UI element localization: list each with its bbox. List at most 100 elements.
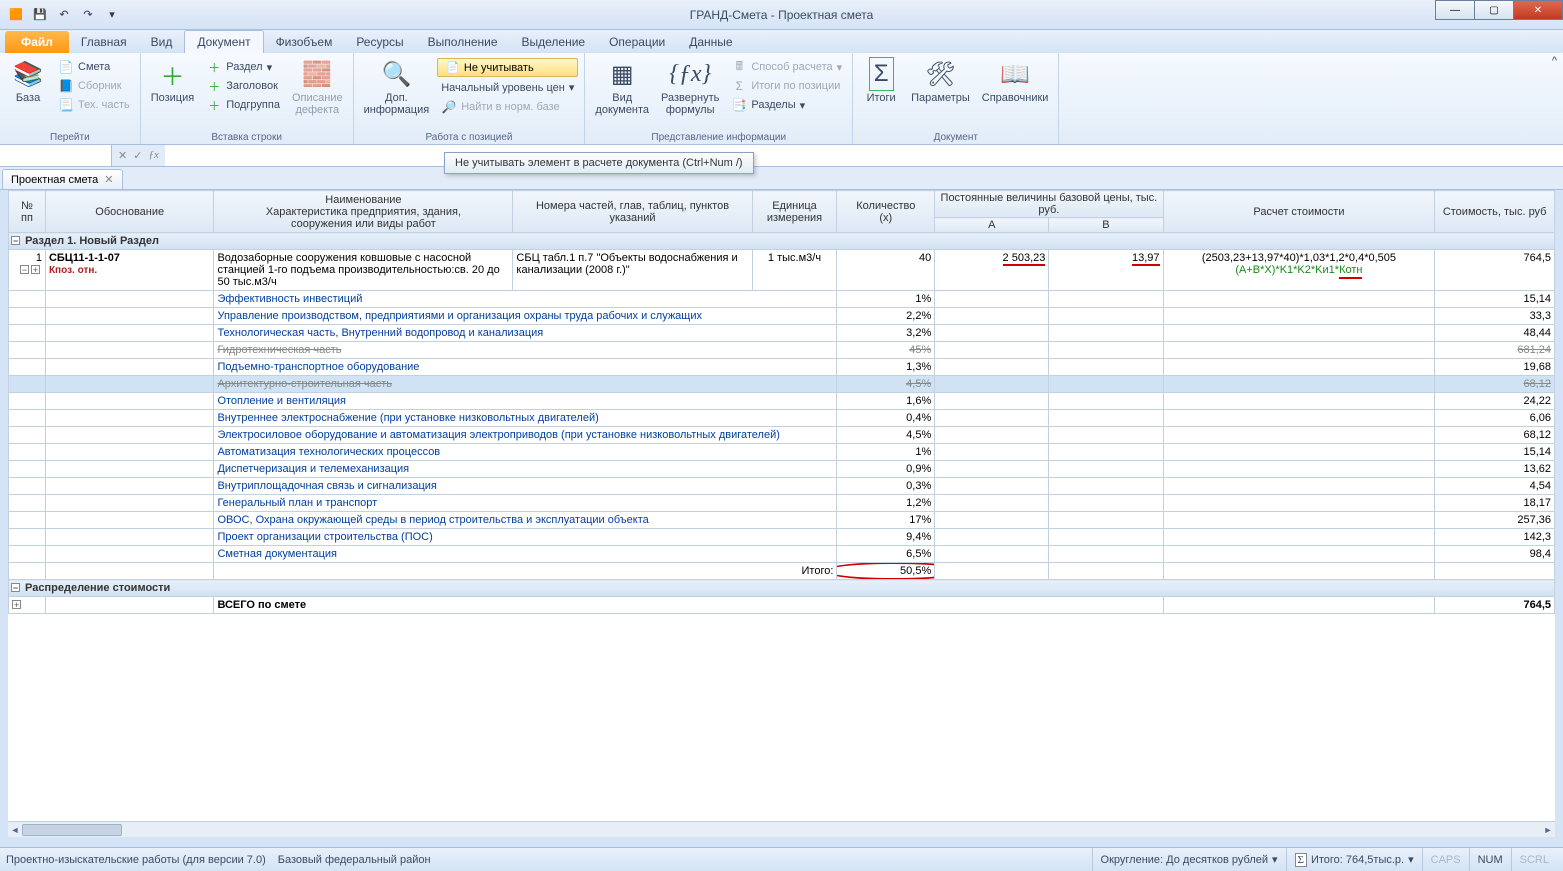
col-kol[interactable]: Количество (x) <box>837 191 935 233</box>
status-rounding[interactable]: Округление: До десятков рублей ▾ <box>1092 848 1286 871</box>
razdel-button[interactable]: ＋Раздел ▾ <box>202 58 284 76</box>
spravochniki-button[interactable]: 📖Справочники <box>978 56 1053 142</box>
col-npp[interactable]: № пп <box>9 191 46 233</box>
tab-resources[interactable]: Ресурсы <box>344 31 415 53</box>
col-naim[interactable]: Наименование Характеристика предприятия,… <box>214 191 513 233</box>
page-icon: 📃 <box>58 97 74 113</box>
tab-main[interactable]: Главная <box>69 31 139 53</box>
podgruppa-button[interactable]: ＋Подгруппа <box>202 96 284 114</box>
sub-item-name: Генеральный план и транспорт <box>214 495 837 512</box>
parametry-button[interactable]: 🛠Параметры <box>907 56 974 142</box>
tab-fizobem[interactable]: Физобъем <box>264 31 345 53</box>
sub-item-row[interactable]: Технологическая часть, Внутренний водопр… <box>9 325 1555 342</box>
col-B[interactable]: B <box>1049 218 1163 233</box>
position-button[interactable]: ＋ Позиция <box>147 56 199 142</box>
tab-operations[interactable]: Операции <box>597 31 677 53</box>
h-scrollbar[interactable]: ◄ ► <box>8 821 1555 837</box>
raspred-row[interactable]: − Распределение стоимости <box>9 580 1555 597</box>
item-row[interactable]: 1−+ СБЦ11-1-1-07Кпоз. отн. Водозаборные … <box>9 250 1555 291</box>
sub-item-pct: 2,2% <box>837 308 935 325</box>
sub-item-row[interactable]: Диспетчеризация и телемеханизация0,9%13,… <box>9 461 1555 478</box>
maximize-button[interactable]: ▢ <box>1474 0 1514 20</box>
sub-item-row[interactable]: Электросиловое оборудование и автоматиза… <box>9 427 1555 444</box>
dop-info-button[interactable]: 🔍 Доп. информация <box>360 56 434 142</box>
sub-item-row[interactable]: Подъемно-транспортное оборудование1,3%19… <box>9 359 1555 376</box>
expand-icon[interactable]: + <box>12 600 21 609</box>
razvernut-button[interactable]: {ƒx} Развернуть формулы <box>657 56 723 142</box>
vid-dokumenta-button[interactable]: ▦ Вид документа <box>591 56 653 142</box>
fx-button-icon[interactable]: ƒx <box>148 149 158 162</box>
sub-item-row[interactable]: Внутриплощадочная связь и сигнализация0,… <box>9 478 1555 495</box>
ribbon-help-icon[interactable]: ^ <box>1552 55 1557 67</box>
group-document: ΣИтоги 🛠Параметры 📖Справочники Документ <box>853 53 1059 144</box>
close-button[interactable]: ✕ <box>1513 0 1563 20</box>
collapse-icon[interactable]: − <box>20 265 29 274</box>
vsego-row[interactable]: +ВСЕГО по смете764,5 <box>9 597 1555 614</box>
tab-document[interactable]: Документ <box>184 30 263 53</box>
cancel-x-icon[interactable]: ✕ <box>118 149 127 162</box>
section-row[interactable]: − Раздел 1. Новый Раздел <box>9 233 1555 250</box>
col-nomera[interactable]: Номера частей, глав, таблиц, пунктов ука… <box>513 191 752 233</box>
sub-item-row[interactable]: Архитектурно-строительная часть4,5%68,12 <box>9 376 1555 393</box>
sub-item-row[interactable]: Генеральный план и транспорт1,2%18,17 <box>9 495 1555 512</box>
undo-icon[interactable]: ↶ <box>54 5 74 25</box>
confirm-check-icon[interactable]: ✓ <box>133 149 142 162</box>
sub-item-row[interactable]: Эффективность инвестиций1%15,14 <box>9 291 1555 308</box>
col-stoim[interactable]: Стоимость, тыс. руб <box>1435 191 1555 233</box>
razdely-button[interactable]: 📑Разделы ▾ <box>727 96 846 114</box>
sub-item-pct: 1% <box>837 291 935 308</box>
sub-item-row[interactable]: Управление производством, предприятиями … <box>9 308 1555 325</box>
col-rasch[interactable]: Расчет стоимости <box>1163 191 1435 233</box>
sub-item-row[interactable]: Сметная документация6,5%98,4 <box>9 546 1555 563</box>
sbornik-button: 📘Сборник <box>54 77 134 95</box>
sub-item-row[interactable]: ОВОС, Охрана окружающей среды в период с… <box>9 512 1555 529</box>
zagolovok-button[interactable]: ＋Заголовок <box>202 77 284 95</box>
sub-item-row[interactable]: Автоматизация технологических процессов1… <box>9 444 1555 461</box>
tab-file[interactable]: Файл <box>5 31 69 53</box>
collapse-icon[interactable]: − <box>11 236 20 245</box>
nachalnyj-uroven-button[interactable]: Начальный уровень цен ▾ <box>437 80 578 95</box>
sub-item-row[interactable]: Отопление и вентиляция1,6%24,22 <box>9 393 1555 410</box>
col-post[interactable]: Постоянные величины базовой цены, тыс. р… <box>935 191 1163 218</box>
tab-data[interactable]: Данные <box>677 31 744 53</box>
book-icon: 📘 <box>58 78 74 94</box>
baza-button[interactable]: 📚 База <box>6 56 50 142</box>
status-region: Базовый федеральный район <box>278 854 431 866</box>
tab-selection[interactable]: Выделение <box>510 31 598 53</box>
itogo-row: Итого:50,5% <box>9 563 1555 580</box>
itogi-pos-button: ΣИтоги по позиции <box>727 77 846 95</box>
col-ed[interactable]: Единица измерения <box>752 191 837 233</box>
collapse-icon[interactable]: − <box>11 583 20 592</box>
formula-input[interactable] <box>165 145 1563 166</box>
ne-uchityvat-button[interactable]: 📄Не учитывать <box>437 58 578 77</box>
name-box[interactable] <box>0 145 112 166</box>
tab-vypolnenie[interactable]: Выполнение <box>416 31 510 53</box>
col-obosn[interactable]: Обоснование <box>45 191 214 233</box>
doc-tab[interactable]: Проектная смета✕ <box>2 169 123 189</box>
sub-item-cost: 33,3 <box>1435 308 1555 325</box>
col-A[interactable]: A <box>935 218 1049 233</box>
itogi-button[interactable]: ΣИтоги <box>859 56 903 142</box>
document-icon: 📄 <box>58 59 74 75</box>
expand-icon[interactable]: + <box>31 265 40 274</box>
redo-icon[interactable]: ↷ <box>78 5 98 25</box>
minimize-button[interactable]: — <box>1435 0 1475 20</box>
tab-view[interactable]: Вид <box>139 31 185 53</box>
qat-dropdown-icon[interactable]: ▾ <box>102 5 122 25</box>
sub-item-row[interactable]: Гидротехническая часть45%681,24 <box>9 342 1555 359</box>
scroll-left-icon[interactable]: ◄ <box>8 822 22 838</box>
status-itogo[interactable]: ΣИтого: 764,5тыс.р. ▾ <box>1286 848 1422 871</box>
opisanie-button: 🧱 Описание дефекта <box>288 56 347 142</box>
sub-item-cost: 257,36 <box>1435 512 1555 529</box>
sub-item-name: Гидротехническая часть <box>214 342 837 359</box>
save-icon[interactable]: 💾 <box>30 5 50 25</box>
sub-item-row[interactable]: Внутреннее электроснабжение (при установ… <box>9 410 1555 427</box>
scroll-right-icon[interactable]: ► <box>1541 822 1555 838</box>
data-grid[interactable]: № пп Обоснование Наименование Характерис… <box>8 190 1555 837</box>
scroll-thumb[interactable] <box>22 824 122 836</box>
smeta-button[interactable]: 📄Смета <box>54 58 134 76</box>
sub-item-row[interactable]: Проект организации строительства (ПОС)9,… <box>9 529 1555 546</box>
status-project-type: Проектно-изыскательские работы (для верс… <box>6 854 266 866</box>
close-tab-icon[interactable]: ✕ <box>104 173 113 186</box>
sub-item-name: Внутреннее электроснабжение (при установ… <box>214 410 837 427</box>
